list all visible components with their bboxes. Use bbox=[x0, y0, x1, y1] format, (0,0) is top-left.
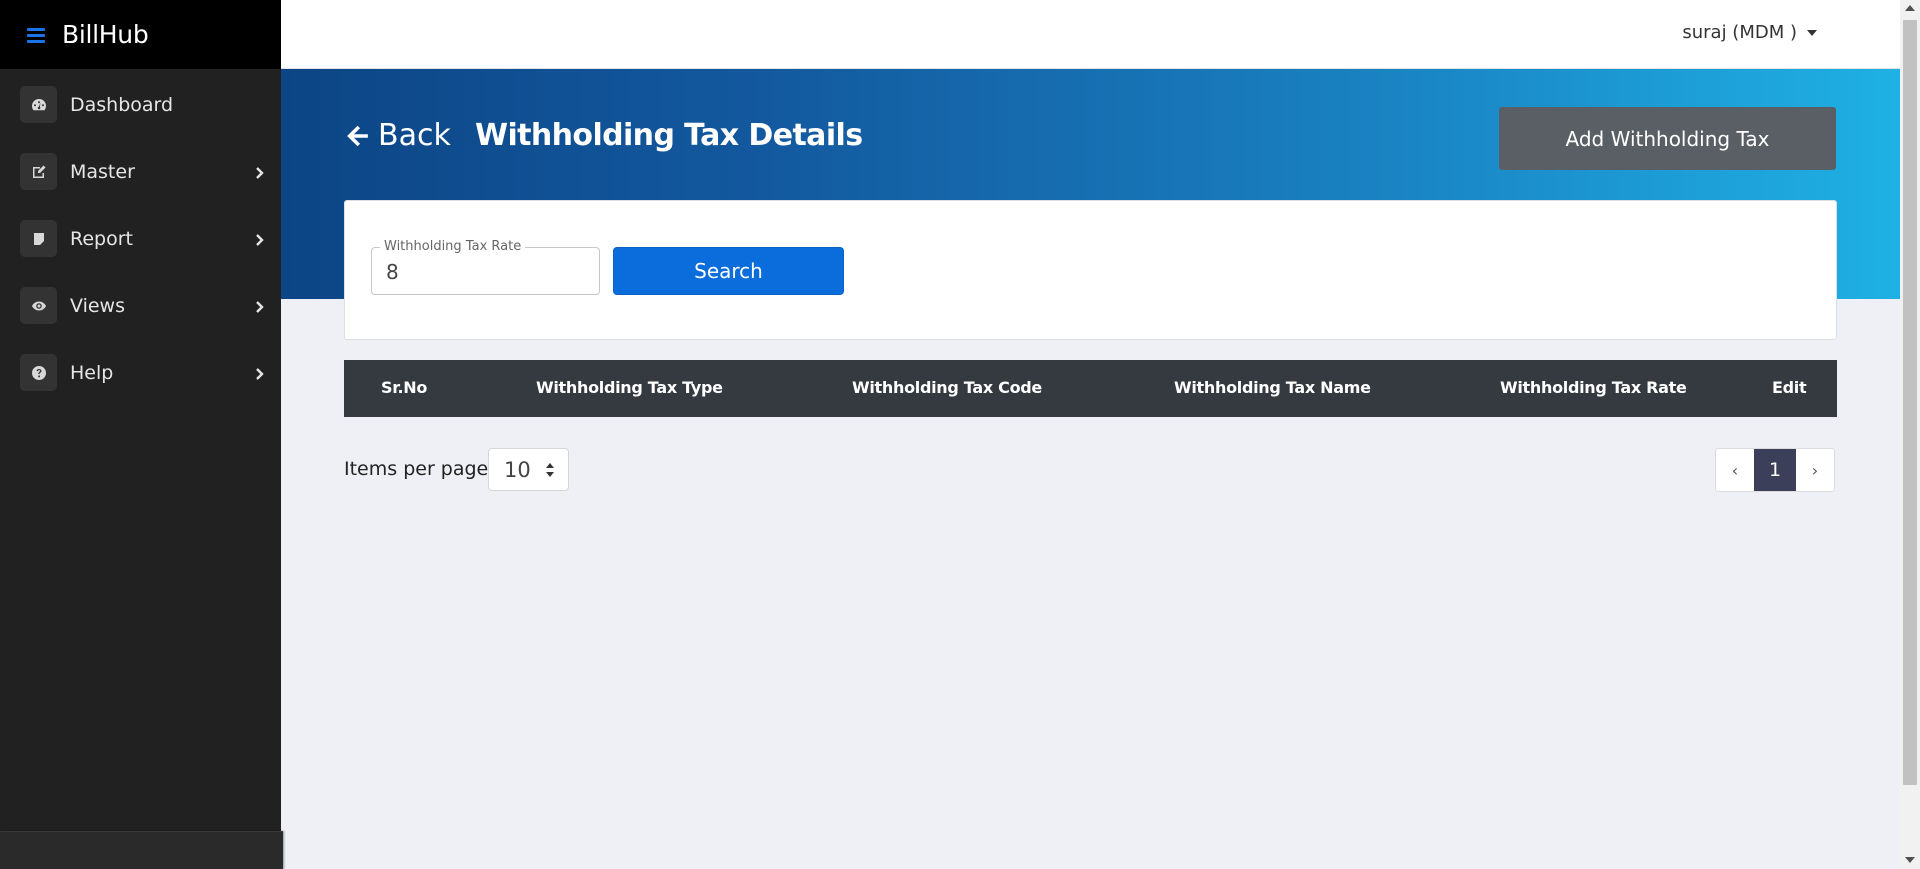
arrow-left-icon bbox=[347, 125, 368, 146]
user-menu[interactable]: suraj (MDM ) bbox=[1682, 22, 1817, 43]
previous-page-button[interactable]: ‹ bbox=[1716, 449, 1754, 491]
sidebar-nav: Dashboard Master Report Views Help bbox=[0, 71, 281, 406]
sidebar: BillHub Dashboard Master Report Views He… bbox=[0, 0, 283, 869]
items-per-page-label: Items per page bbox=[344, 458, 489, 480]
sidebar-item-label: Dashboard bbox=[70, 93, 174, 116]
top-bar: suraj (MDM ) bbox=[281, 0, 1900, 69]
question-icon bbox=[20, 354, 57, 391]
items-per-page-select[interactable]: 10 bbox=[488, 448, 569, 491]
sidebar-item-help[interactable]: Help bbox=[0, 339, 281, 406]
hamburger-menu-icon[interactable] bbox=[27, 27, 45, 43]
caret-down-icon bbox=[1807, 29, 1817, 36]
chevron-right-icon bbox=[255, 366, 265, 380]
sidebar-item-label: Views bbox=[70, 294, 125, 317]
sidebar-item-report[interactable]: Report bbox=[0, 205, 281, 272]
brand-bar: BillHub bbox=[0, 0, 281, 69]
chevron-right-icon bbox=[255, 299, 265, 313]
search-button[interactable]: Search bbox=[613, 247, 844, 295]
back-button[interactable]: Back bbox=[344, 118, 451, 153]
tax-rate-field-label: Withholding Tax Rate bbox=[380, 239, 526, 254]
brand-name: BillHub bbox=[62, 20, 149, 49]
select-arrows-icon bbox=[546, 463, 554, 477]
column-header-sr-no: Sr.No bbox=[381, 378, 428, 397]
next-page-button[interactable]: › bbox=[1796, 449, 1834, 491]
vertical-scrollbar[interactable] bbox=[1900, 0, 1920, 869]
back-label: Back bbox=[378, 118, 451, 153]
sidebar-footer bbox=[0, 831, 283, 869]
column-header-edit: Edit bbox=[1772, 378, 1807, 397]
column-header-tax-rate: Withholding Tax Rate bbox=[1500, 378, 1687, 397]
search-card: Withholding Tax Rate Search bbox=[344, 200, 1837, 340]
scroll-up-icon[interactable] bbox=[1905, 5, 1915, 11]
add-withholding-tax-button[interactable]: Add Withholding Tax bbox=[1499, 107, 1836, 170]
column-header-tax-type: Withholding Tax Type bbox=[536, 378, 723, 397]
pagination: ‹ 1 › bbox=[1715, 448, 1835, 492]
dashboard-icon bbox=[20, 86, 57, 123]
sidebar-item-label: Master bbox=[70, 160, 135, 183]
sidebar-item-master[interactable]: Master bbox=[0, 138, 281, 205]
page-1-button[interactable]: 1 bbox=[1754, 449, 1796, 491]
note-icon bbox=[20, 220, 57, 257]
user-name: suraj (MDM ) bbox=[1682, 22, 1797, 43]
tax-rate-field: Withholding Tax Rate bbox=[371, 239, 600, 295]
sidebar-item-dashboard[interactable]: Dashboard bbox=[0, 71, 281, 138]
column-header-tax-code: Withholding Tax Code bbox=[852, 378, 1042, 397]
eye-icon bbox=[20, 287, 57, 324]
edit-icon bbox=[20, 153, 57, 190]
sidebar-item-views[interactable]: Views bbox=[0, 272, 281, 339]
sidebar-item-label: Report bbox=[70, 227, 133, 250]
column-header-tax-name: Withholding Tax Name bbox=[1174, 378, 1371, 397]
table-header: Sr.No Withholding Tax Type Withholding T… bbox=[344, 360, 1837, 417]
scroll-down-icon[interactable] bbox=[1905, 857, 1915, 863]
chevron-right-icon bbox=[255, 232, 265, 246]
sidebar-item-label: Help bbox=[70, 361, 114, 384]
chevron-right-icon bbox=[255, 165, 265, 179]
scroll-thumb[interactable] bbox=[1903, 20, 1917, 785]
tax-rate-input[interactable] bbox=[386, 260, 586, 284]
items-per-page-value: 10 bbox=[504, 457, 531, 482]
page-title: Withholding Tax Details bbox=[475, 118, 863, 153]
